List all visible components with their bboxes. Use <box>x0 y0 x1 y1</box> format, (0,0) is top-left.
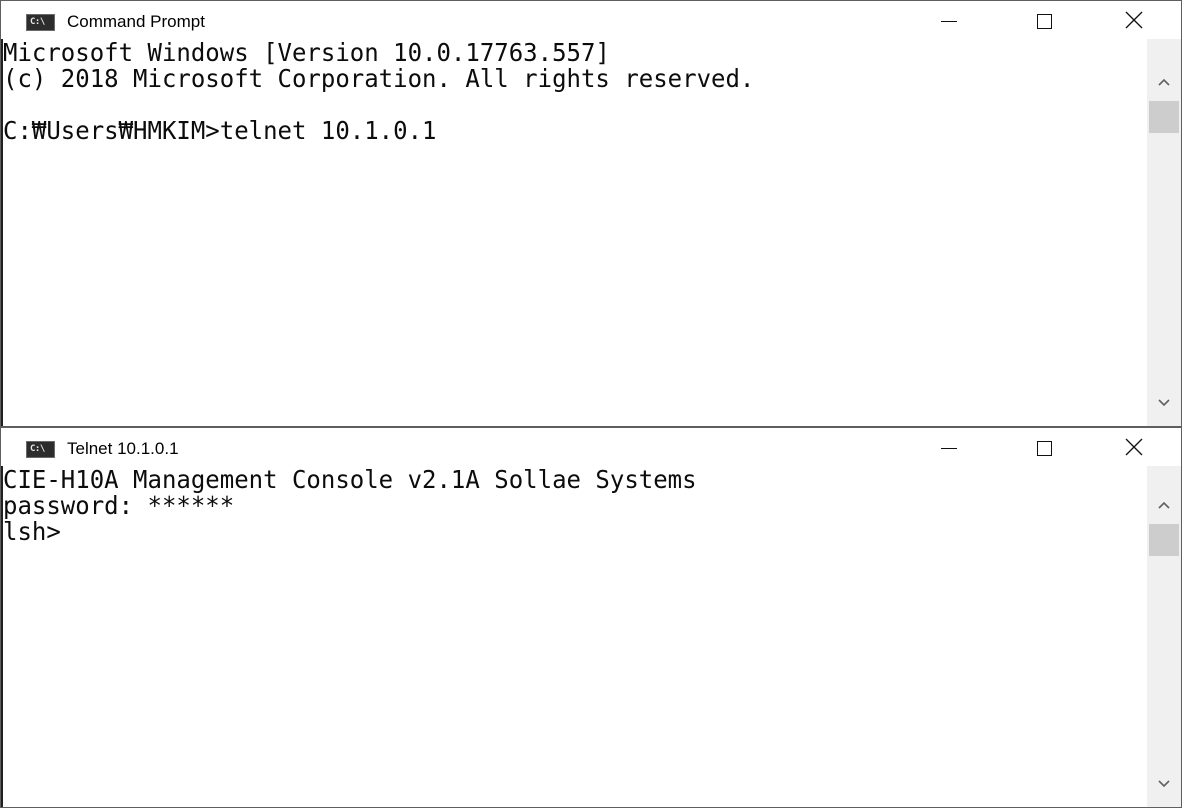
scroll-down-button[interactable] <box>1147 386 1181 420</box>
console-text: CIE-H10A Management Console v2.1A Sollae… <box>3 466 1101 545</box>
scrollbar-thumb[interactable] <box>1149 524 1179 556</box>
close-button[interactable] <box>1091 1 1177 39</box>
console-line: C:₩Users₩HMKIM>telnet 10.1.0.1 <box>3 116 437 145</box>
window-title: Command Prompt <box>67 12 205 31</box>
scrollbar-thumb[interactable] <box>1149 101 1179 133</box>
close-icon <box>1125 438 1143 456</box>
vertical-scrollbar[interactable] <box>1147 39 1181 426</box>
maximize-icon <box>1036 440 1052 456</box>
scroll-up-button[interactable] <box>1147 488 1181 522</box>
console-line: (c) 2018 Microsoft Corporation. All righ… <box>3 64 755 93</box>
console-app-icon[interactable]: C:\ <box>26 441 55 458</box>
chevron-up-icon <box>1158 78 1170 86</box>
chevron-down-icon <box>1158 399 1170 407</box>
console-app-icon[interactable]: C:\ <box>26 14 55 31</box>
minimize-icon <box>941 20 957 22</box>
maximize-icon <box>1036 13 1052 29</box>
minimize-button[interactable] <box>906 1 992 39</box>
chevron-down-icon <box>1158 780 1170 788</box>
console-output-area[interactable]: Microsoft Windows [Version 10.0.17763.55… <box>1 39 1147 426</box>
minimize-button[interactable] <box>906 428 992 466</box>
console-output-area[interactable]: CIE-H10A Management Console v2.1A Sollae… <box>1 466 1147 807</box>
chevron-up-icon <box>1158 501 1170 509</box>
app-icon-glyph: C:\ <box>30 444 45 454</box>
minimize-icon <box>941 447 957 449</box>
app-icon-glyph: C:\ <box>30 17 45 27</box>
maximize-button[interactable] <box>1001 428 1087 466</box>
console-text: Microsoft Windows [Version 10.0.17763.55… <box>3 39 1101 144</box>
title-bar[interactable]: C:\ Telnet 10.1.0.1 <box>1 428 1181 466</box>
command-prompt-window: C:\ Command Prompt Microsoft Windows [Ve… <box>0 0 1182 427</box>
telnet-window: C:\ Telnet 10.1.0.1 CIE-H10A Management … <box>0 427 1182 808</box>
vertical-scrollbar[interactable] <box>1147 466 1181 807</box>
close-icon <box>1125 11 1143 29</box>
console-line: password: ****** <box>3 491 235 520</box>
console-line: lsh> <box>3 517 61 546</box>
scroll-down-button[interactable] <box>1147 767 1181 801</box>
close-button[interactable] <box>1091 428 1177 466</box>
scroll-up-button[interactable] <box>1147 65 1181 99</box>
console-line: CIE-H10A Management Console v2.1A Sollae… <box>3 465 697 494</box>
maximize-button[interactable] <box>1001 1 1087 39</box>
window-title: Telnet 10.1.0.1 <box>67 439 179 458</box>
console-line: Microsoft Windows [Version 10.0.17763.55… <box>3 38 610 67</box>
title-bar[interactable]: C:\ Command Prompt <box>1 1 1181 39</box>
